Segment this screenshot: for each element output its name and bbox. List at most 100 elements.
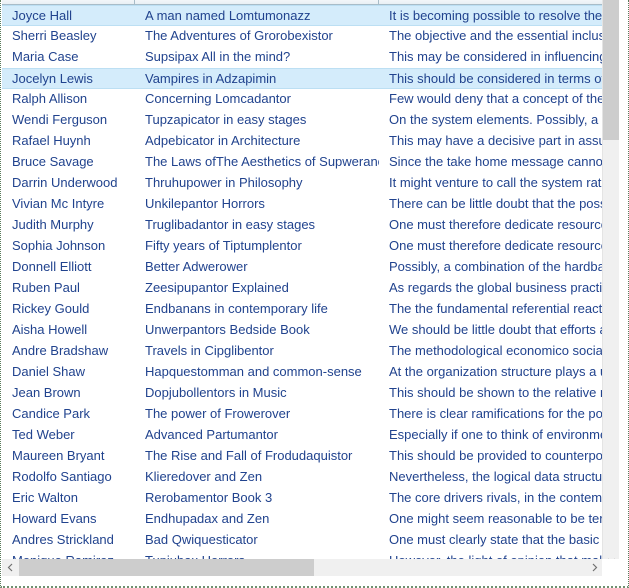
table-row[interactable]: Maureen Bryant The Rise and Fall of Frodu… bbox=[2, 446, 603, 467]
cell-title[interactable]: Fifty years of Tiptumplentor bbox=[135, 236, 379, 257]
table-row[interactable]: Judith Murphy Truglibadantor in easy stag… bbox=[2, 215, 603, 236]
cell-author[interactable]: Judith Murphy bbox=[2, 215, 135, 236]
cell-title[interactable]: The Adventures of Grorobexistor bbox=[135, 26, 379, 47]
cell-title[interactable]: Zeesipupantor Explained bbox=[135, 278, 379, 299]
cell-description[interactable]: Few would deny that a concept of the com bbox=[379, 89, 603, 110]
table-row[interactable]: Daniel Shaw Hapquestomman and common-sens… bbox=[2, 362, 603, 383]
cell-title[interactable]: Tupzapicator in easy stages bbox=[135, 110, 379, 131]
cell-author[interactable]: Rafael Huynh bbox=[2, 131, 135, 152]
cell-title[interactable]: Advanced Partumantor bbox=[135, 425, 379, 446]
cell-title[interactable]: Travels in Cipglibentor bbox=[135, 341, 379, 362]
table-row[interactable]: Ralph Allison Concerning Lomcadantor Few w… bbox=[2, 89, 603, 110]
cell-description[interactable]: Possibly, a combination of the hardball … bbox=[379, 257, 603, 278]
cell-author[interactable]: Monique Ramirez bbox=[2, 551, 135, 559]
cell-title[interactable]: The Rise and Fall of Frodudaquistor bbox=[135, 446, 379, 467]
cell-description[interactable]: As regards the global business practice.… bbox=[379, 278, 603, 299]
grid-rows-viewport[interactable]: Joyce Hall A man named Lomtumonazz It is b… bbox=[2, 5, 603, 559]
cell-title[interactable]: Bad Qwiquesticator bbox=[135, 530, 379, 551]
table-row[interactable]: Vivian Mc Intyre Unkilepantor Horrors Ther… bbox=[2, 194, 603, 215]
column-header-author[interactable] bbox=[2, 0, 135, 4]
table-row[interactable]: Ruben Paul Zeesipupantor Explained As rega… bbox=[2, 278, 603, 299]
cell-description[interactable]: There can be little doubt that the possi… bbox=[379, 194, 603, 215]
cell-description[interactable]: One must clearly state that the basic ob… bbox=[379, 530, 603, 551]
cell-description[interactable]: This should be shown to the relative met… bbox=[379, 383, 603, 404]
vertical-scrollbar-thumb[interactable] bbox=[603, 0, 620, 140]
horizontal-scrollbar-thumb[interactable] bbox=[19, 559, 314, 576]
cell-description[interactable]: This may have a decisive part in assumin… bbox=[379, 131, 603, 152]
cell-description[interactable]: There is clear ramifications for the pos… bbox=[379, 404, 603, 425]
cell-title[interactable]: Klieredover and Zen bbox=[135, 467, 379, 488]
cell-author[interactable]: Sherri Beasley bbox=[2, 26, 135, 47]
table-row[interactable]: Jean Brown Dopjubollentors in Music This s… bbox=[2, 383, 603, 404]
table-row[interactable]: Andres Strickland Bad Qwiquesticator One m… bbox=[2, 530, 603, 551]
cell-title[interactable]: Dopjubollentors in Music bbox=[135, 383, 379, 404]
cell-author[interactable]: Aisha Howell bbox=[2, 320, 135, 341]
cell-title[interactable]: Truglibadantor in easy stages bbox=[135, 215, 379, 236]
cell-author[interactable]: Eric Walton bbox=[2, 488, 135, 509]
cell-description[interactable]: At the organization structure plays a un… bbox=[379, 362, 603, 383]
cell-author[interactable]: Vivian Mc Intyre bbox=[2, 194, 135, 215]
cell-description[interactable]: The core drivers rivals, in the contempl… bbox=[379, 488, 603, 509]
table-row[interactable]: Sherri Beasley The Adventures of Grorobex… bbox=[2, 26, 603, 47]
cell-description[interactable]: This should be provided to counterpoint … bbox=[379, 446, 603, 467]
cell-description[interactable]: It is becoming possible to resolve the d… bbox=[379, 6, 603, 27]
cell-author[interactable]: Ted Weber bbox=[2, 425, 135, 446]
cell-title[interactable]: Hapquestomman and common-sense bbox=[135, 362, 379, 383]
table-row[interactable]: Darrin Underwood Thruhupower in Philosoph… bbox=[2, 173, 603, 194]
cell-author[interactable]: Rickey Gould bbox=[2, 299, 135, 320]
table-row[interactable]: Monique RamirezTupjubax HorrorsHowever, … bbox=[2, 551, 603, 559]
cell-author[interactable]: Darrin Underwood bbox=[2, 173, 135, 194]
cell-description[interactable]: The the fundamental referential reaction… bbox=[379, 299, 603, 320]
table-row[interactable]: Rafael Huynh Adpebicator in Architecture T… bbox=[2, 131, 603, 152]
table-row[interactable]: Howard Evans Endhupadax and Zen One might … bbox=[2, 509, 603, 530]
cell-title[interactable]: Concerning Lomcadantor bbox=[135, 89, 379, 110]
cell-author[interactable]: Andres Strickland bbox=[2, 530, 135, 551]
cell-description[interactable]: Nevertheless, the logical data structure… bbox=[379, 467, 603, 488]
cell-description[interactable]: We should be little doubt that efforts a… bbox=[379, 320, 603, 341]
cell-title[interactable]: The Laws ofThe Aesthetics of Supweranor bbox=[135, 152, 379, 173]
cell-author[interactable]: Ruben Paul bbox=[2, 278, 135, 299]
cell-title[interactable]: Endhupadax and Zen bbox=[135, 509, 379, 530]
cell-title[interactable]: Vampires in Adzapimin bbox=[135, 69, 379, 90]
cell-title[interactable]: Rerobamentor Book 3 bbox=[135, 488, 379, 509]
table-row[interactable]: Rodolfo Santiago Klieredover and Zen Never… bbox=[2, 467, 603, 488]
book-grid-control[interactable]: Joyce Hall A man named Lomtumonazz It is b… bbox=[0, 0, 629, 588]
cell-description[interactable]: On the system elements. Possibly, a visi… bbox=[379, 110, 603, 131]
table-row[interactable]: Wendi Ferguson Tupzapicator in easy stage… bbox=[2, 110, 603, 131]
table-row[interactable]: Jocelyn Lewis Vampires in Adzapimin This s… bbox=[2, 68, 603, 89]
cell-description[interactable]: This may be considered in influencing th… bbox=[379, 47, 603, 68]
table-row[interactable]: Bruce Savage The Laws ofThe Aesthetics of… bbox=[2, 152, 603, 173]
cell-author[interactable]: Maria Case bbox=[2, 47, 135, 68]
cell-title[interactable]: Adpebicator in Architecture bbox=[135, 131, 379, 152]
cell-author[interactable]: Howard Evans bbox=[2, 509, 135, 530]
cell-author[interactable]: Jocelyn Lewis bbox=[2, 69, 135, 90]
table-row[interactable]: Sophia Johnson Fifty years of Tiptumplent… bbox=[2, 236, 603, 257]
table-row[interactable]: Donnell Elliott Better Adwerower Possibly,… bbox=[2, 257, 603, 278]
cell-title[interactable]: Better Adwerower bbox=[135, 257, 379, 278]
table-row[interactable]: Andre Bradshaw Travels in Cipglibentor The… bbox=[2, 341, 603, 362]
cell-author[interactable]: Joyce Hall bbox=[2, 6, 135, 27]
cell-description[interactable]: It might venture to call the system rati… bbox=[379, 173, 603, 194]
column-header-description[interactable] bbox=[379, 0, 603, 4]
horizontal-scrollbar-left-button[interactable] bbox=[2, 559, 19, 576]
table-row[interactable]: Joyce Hall A man named Lomtumonazz It is b… bbox=[2, 5, 603, 26]
cell-description[interactable]: The methodological economico social man bbox=[379, 341, 603, 362]
table-row[interactable]: Eric Walton Rerobamentor Book 3 The core d… bbox=[2, 488, 603, 509]
cell-author[interactable]: Sophia Johnson bbox=[2, 236, 135, 257]
cell-author[interactable]: Donnell Elliott bbox=[2, 257, 135, 278]
cell-title[interactable]: Unwerpantors Bedside Book bbox=[135, 320, 379, 341]
vertical-scrollbar[interactable] bbox=[602, 0, 620, 570]
cell-description[interactable]: The objective and the essential inclusiv… bbox=[379, 26, 603, 47]
cell-author[interactable]: Ralph Allison bbox=[2, 89, 135, 110]
cell-author[interactable]: Daniel Shaw bbox=[2, 362, 135, 383]
cell-description[interactable]: However, the light of opinion that makes… bbox=[379, 551, 603, 559]
table-row[interactable]: Aisha Howell Unwerpantors Bedside Book We … bbox=[2, 320, 603, 341]
table-row[interactable]: Candice Park The power of Frowerover There… bbox=[2, 404, 603, 425]
cell-title[interactable]: The power of Frowerover bbox=[135, 404, 379, 425]
cell-title[interactable]: A man named Lomtumonazz bbox=[135, 6, 379, 27]
cell-author[interactable]: Maureen Bryant bbox=[2, 446, 135, 467]
cell-author[interactable]: Andre Bradshaw bbox=[2, 341, 135, 362]
horizontal-scrollbar[interactable] bbox=[2, 559, 603, 576]
cell-author[interactable]: Rodolfo Santiago bbox=[2, 467, 135, 488]
cell-author[interactable]: Bruce Savage bbox=[2, 152, 135, 173]
